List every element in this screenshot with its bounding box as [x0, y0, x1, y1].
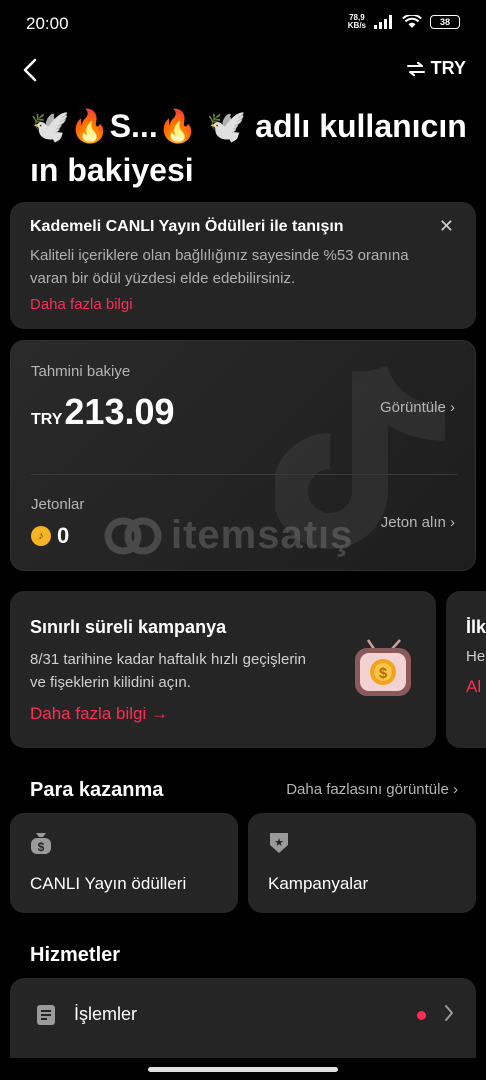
- peek-description: He: [466, 648, 486, 665]
- svg-text:★: ★: [274, 836, 284, 849]
- tile-label: CANLI Yayın ödülleri: [30, 874, 187, 893]
- close-icon[interactable]: ✕: [439, 216, 454, 237]
- divider: [31, 474, 457, 475]
- coins-value: 0: [57, 523, 70, 548]
- campaign-learn-more-link[interactable]: Daha fazla bilgi →: [30, 704, 168, 724]
- back-button[interactable]: [16, 54, 44, 86]
- status-icons: 78,9 KB/s 38: [348, 14, 460, 30]
- tv-coin-icon: $: [355, 639, 411, 696]
- campaigns-tile[interactable]: ★ Kampanyalar: [248, 813, 476, 913]
- first-campaign-card-peek[interactable]: İlk He Al: [446, 591, 486, 748]
- link-logo-icon: [104, 517, 162, 554]
- balance-value: 213.09: [64, 391, 175, 432]
- money-bag-icon: $: [31, 833, 51, 854]
- monetization-title: Para kazanma: [30, 779, 164, 801]
- status-time: 20:00: [26, 14, 69, 33]
- coins-amount: ♪ 0: [31, 523, 69, 549]
- currency-label: TRY: [430, 58, 466, 78]
- balance-card: Tahmini bakiye TRY 213.09 Görüntüle › Je…: [10, 340, 476, 571]
- peek-link[interactable]: Al: [466, 677, 486, 697]
- home-indicator[interactable]: [148, 1067, 338, 1072]
- tier-rewards-promo-card: Kademeli CANLI Yayın Ödülleri ile tanışı…: [10, 202, 476, 329]
- page-title: 🕊️🔥S...🔥 🕊️ adlı kullanıcının bakiyesi: [30, 108, 467, 188]
- notification-dot: [417, 1011, 426, 1020]
- watermark-text: itemsatış: [171, 513, 354, 557]
- balance-currency: TRY: [31, 411, 63, 428]
- top-nav: TRY: [0, 52, 486, 88]
- status-bar: 20:00 78,9 KB/s 38: [0, 0, 486, 48]
- wifi-icon: [402, 15, 422, 28]
- live-rewards-tile[interactable]: $ CANLI Yayın ödülleri: [10, 813, 238, 913]
- get-coins-button[interactable]: Jeton alın ›: [381, 514, 455, 531]
- tile-label: Kampanyalar: [268, 874, 369, 893]
- transactions-label: İşlemler: [74, 1004, 138, 1024]
- document-icon: [37, 1005, 55, 1025]
- balance-amount: TRY 213.09: [31, 391, 175, 433]
- campaign-description: 8/31 tarihine kadar haftalık hızlı geçiş…: [30, 651, 306, 691]
- estimated-balance-label: Tahmini bakiye: [31, 363, 131, 380]
- chevron-left-icon: [23, 58, 37, 82]
- network-speed: 78,9 KB/s: [347, 13, 366, 30]
- promo-description: Kaliteli içeriklere olan bağlılığınız sa…: [30, 247, 409, 287]
- swap-icon: [406, 61, 425, 76]
- services-title: Hizmetler: [30, 944, 121, 966]
- transactions-row[interactable]: İşlemler: [10, 978, 476, 1058]
- promo-learn-more-link[interactable]: Daha fazla bilgi: [30, 296, 133, 313]
- svg-text:$: $: [38, 840, 45, 854]
- chevron-right-icon: [445, 1005, 453, 1021]
- limited-campaign-card[interactable]: Sınırlı süreli kampanya 8/31 tarihine ka…: [10, 591, 436, 748]
- battery-icon: 38: [430, 15, 460, 29]
- coin-icon: ♪: [31, 526, 51, 546]
- coins-label: Jetonlar: [31, 496, 85, 513]
- view-balance-button[interactable]: Görüntüle ›: [380, 399, 455, 416]
- signal-icon: [374, 15, 392, 29]
- currency-switch-button[interactable]: TRY: [406, 58, 466, 79]
- badge-star-icon: ★: [270, 833, 288, 853]
- promo-title: Kademeli CANLI Yayın Ödülleri ile tanışı…: [30, 218, 344, 235]
- see-more-button[interactable]: Daha fazlasını görüntüle ›: [286, 781, 458, 798]
- svg-text:$: $: [379, 665, 388, 682]
- itemsatis-watermark: itemsatış: [103, 513, 353, 558]
- peek-title: İlk: [466, 617, 486, 637]
- campaign-title: Sınırlı süreli kampanya: [30, 617, 227, 637]
